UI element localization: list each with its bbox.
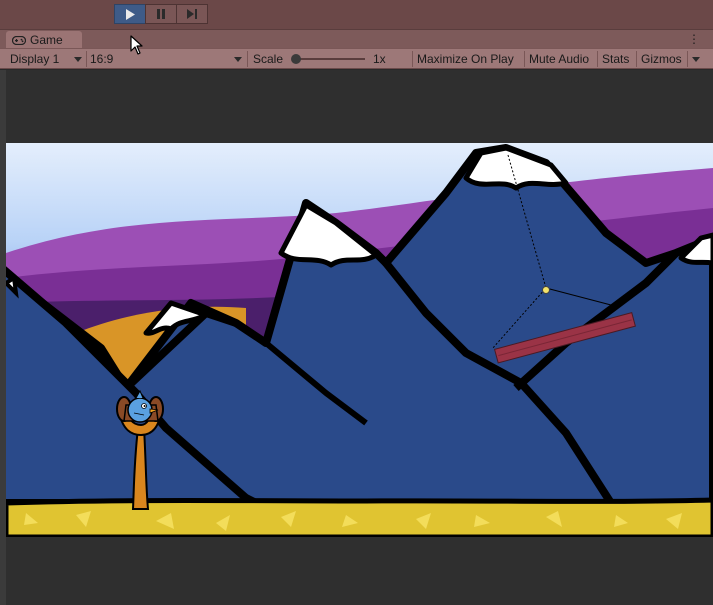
scale-label: Scale [253,52,284,66]
scene-artwork [6,143,713,537]
display-label: Display 1 [10,52,60,66]
display-dropdown[interactable]: Display 1 [10,49,84,69]
game-scene[interactable] [6,143,713,537]
slider-track [295,58,365,60]
slider-handle[interactable] [291,54,301,64]
pause-button[interactable] [145,4,177,24]
anchor-point [542,286,550,294]
mouse-cursor-icon [130,35,143,55]
aspect-label: 16:9 [90,52,114,66]
play-icon [126,8,135,20]
scale-slider[interactable] [291,49,367,69]
mute-audio-button[interactable]: Mute Audio [529,49,589,69]
scale-value: 1x [373,52,386,66]
maximize-on-play-button[interactable]: Maximize On Play [417,49,514,69]
step-icon [186,9,197,19]
gizmos-button[interactable]: Gizmos [641,49,682,69]
pause-icon [156,9,165,19]
ground [6,497,713,537]
aspect-dropdown[interactable]: 16:9 [90,49,246,69]
more-options-icon[interactable]: ⋮ [688,31,700,47]
play-button[interactable] [114,4,146,24]
gizmos-dropdown[interactable] [692,49,706,69]
step-button[interactable] [176,4,208,24]
tab-bar: Game ⋮ [0,29,713,49]
tab-label: Game [30,33,63,47]
stats-button[interactable]: Stats [602,49,629,69]
chevron-down-icon [692,56,700,62]
chevron-down-icon [234,57,242,62]
tab-game[interactable]: Game [6,31,82,49]
game-view-toolbar: Display 1 16:9 Scale 1x Maximize On Play… [0,48,713,69]
chevron-down-icon [74,57,82,62]
gamepad-icon [12,35,26,45]
play-controls [114,4,208,24]
top-toolbar [0,0,713,29]
